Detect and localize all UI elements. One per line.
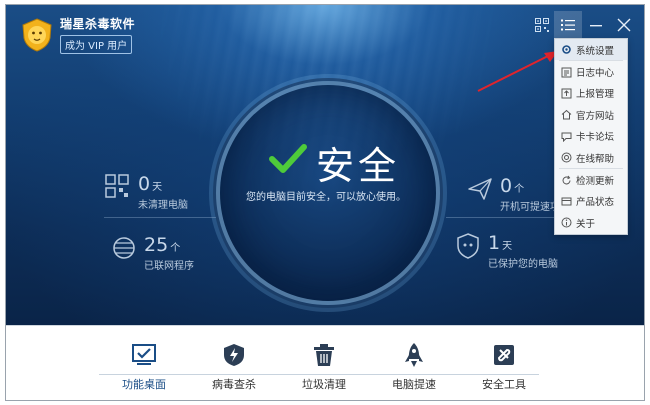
menu-item-label: 关于 xyxy=(576,218,596,230)
qr-code-icon xyxy=(535,18,549,32)
stat-networked-label: 已联网程序 xyxy=(144,261,194,272)
nav-desktop-label: 功能桌面 xyxy=(122,378,166,391)
minimize-button[interactable] xyxy=(582,11,610,39)
close-button[interactable] xyxy=(610,11,638,39)
menu-list-icon xyxy=(561,19,575,31)
toolbox-icon xyxy=(494,345,514,365)
menu-item-log-center[interactable]: 日志中心 xyxy=(555,61,627,82)
nav-speedup[interactable]: 电脑提速 xyxy=(362,326,466,400)
rocket-icon xyxy=(405,343,423,367)
app-name: 瑞星杀毒软件 xyxy=(60,17,136,31)
stat-uncleaned-value: 0 xyxy=(138,173,151,195)
main-menu-button[interactable] xyxy=(554,11,582,39)
stat-protected[interactable]: 1天 已保护您的电脑 xyxy=(454,232,558,270)
help-icon xyxy=(561,152,572,163)
stat-protected-label: 已保护您的电脑 xyxy=(488,259,558,270)
desktop-check-icon xyxy=(132,344,156,365)
menu-item-label: 上报管理 xyxy=(576,89,615,101)
red-arrow-annotation xyxy=(477,51,558,92)
grid-apps-icon xyxy=(105,174,129,198)
minimize-icon xyxy=(590,25,602,27)
become-vip-link[interactable]: 成为 VIP 用户 xyxy=(60,35,133,54)
menu-item-online-help[interactable]: 在线帮助 xyxy=(555,147,627,168)
stat-networked[interactable]: 25 个 已联网程序 xyxy=(110,234,194,272)
stat-startup-value: 0 xyxy=(500,175,513,197)
stat-uncleaned-label: 未清理电脑 xyxy=(138,200,188,211)
nav-security-tools[interactable]: 安全工具 xyxy=(452,326,556,400)
stat-uncleaned[interactable]: 0天 未清理电脑 xyxy=(104,173,188,211)
menu-item-label: 官方网站 xyxy=(576,110,615,122)
trash-icon xyxy=(314,344,334,366)
nav-desktop[interactable]: 功能桌面 xyxy=(92,326,196,400)
nav-underline xyxy=(99,374,539,375)
shield-icon xyxy=(457,233,479,259)
globe-icon xyxy=(113,237,135,259)
home-icon xyxy=(561,110,572,120)
stat-divider-right xyxy=(446,217,558,218)
menu-item-official-website[interactable]: 官方网站 xyxy=(555,104,627,125)
nav-junk-clean-label: 垃圾清理 xyxy=(302,378,346,391)
stat-startup-unit: 个 xyxy=(514,184,525,195)
checkmark-icon xyxy=(269,144,307,173)
stat-protected-value: 1 xyxy=(488,232,501,254)
brand: 瑞星杀毒软件 成为 VIP 用户 xyxy=(20,15,135,54)
lion-logo-icon xyxy=(22,17,52,52)
menu-item-label: 卡卡论坛 xyxy=(576,132,615,144)
nav-security-tools-label: 安全工具 xyxy=(482,378,526,391)
app-window: 瑞星杀毒软件 成为 VIP 用户 安全 您的电脑目前安全，可以放心使用。 0 天… xyxy=(5,4,645,401)
menu-item-about[interactable]: 关于 xyxy=(555,212,627,233)
main-dropdown-menu: 系统设置 日志中心 上报管理 官方网站 卡卡论坛 在线帮助 检测更新 产品状态 … xyxy=(554,38,628,235)
menu-item-label: 在线帮助 xyxy=(576,153,615,165)
menu-item-label: 检测更新 xyxy=(576,176,615,188)
menu-item-product-status[interactable]: 产品状态 xyxy=(555,191,627,212)
nav-virus-scan[interactable]: 病毒查杀 xyxy=(182,326,286,400)
stat-startup[interactable]: 0个 开机可提速项 xyxy=(466,175,560,213)
qr-code-button[interactable] xyxy=(528,11,556,39)
report-icon xyxy=(561,88,572,99)
stat-startup-label: 开机可提速项 xyxy=(500,202,560,213)
stat-networked-value: 25 xyxy=(144,234,169,256)
info-icon xyxy=(561,217,572,228)
menu-item-label: 日志中心 xyxy=(576,68,615,80)
shield-lightning-icon xyxy=(224,344,244,366)
stat-protected-unit: 天 xyxy=(502,241,513,252)
close-icon xyxy=(617,18,631,32)
nav-junk-clean[interactable]: 垃圾清理 xyxy=(272,326,376,400)
menu-item-check-updates[interactable]: 检测更新 xyxy=(555,169,627,190)
product-status-icon xyxy=(561,197,572,206)
stat-uncleaned-unit: 天 xyxy=(152,182,163,193)
nav-virus-scan-label: 病毒查杀 xyxy=(212,378,256,391)
forum-icon xyxy=(561,132,572,142)
paper-plane-icon xyxy=(468,178,492,200)
nav-speedup-label: 电脑提速 xyxy=(392,378,436,391)
menu-item-label: 产品状态 xyxy=(576,197,615,209)
menu-item-system-settings[interactable]: 系统设置 xyxy=(555,39,627,61)
menu-item-report-management[interactable]: 上报管理 xyxy=(555,83,627,104)
stat-divider-left xyxy=(104,217,216,218)
stat-networked-unit: 个 xyxy=(170,243,181,254)
bottom-nav-bar: 功能桌面 病毒查杀 垃圾清理 电脑提速 安全工具 xyxy=(6,325,644,400)
menu-item-label: 系统设置 xyxy=(576,45,615,57)
menu-item-kaka-forum[interactable]: 卡卡论坛 xyxy=(555,126,627,147)
refresh-icon xyxy=(562,175,571,184)
status-title: 安全 xyxy=(316,144,401,188)
gear-icon xyxy=(562,45,571,54)
log-icon xyxy=(561,67,572,78)
